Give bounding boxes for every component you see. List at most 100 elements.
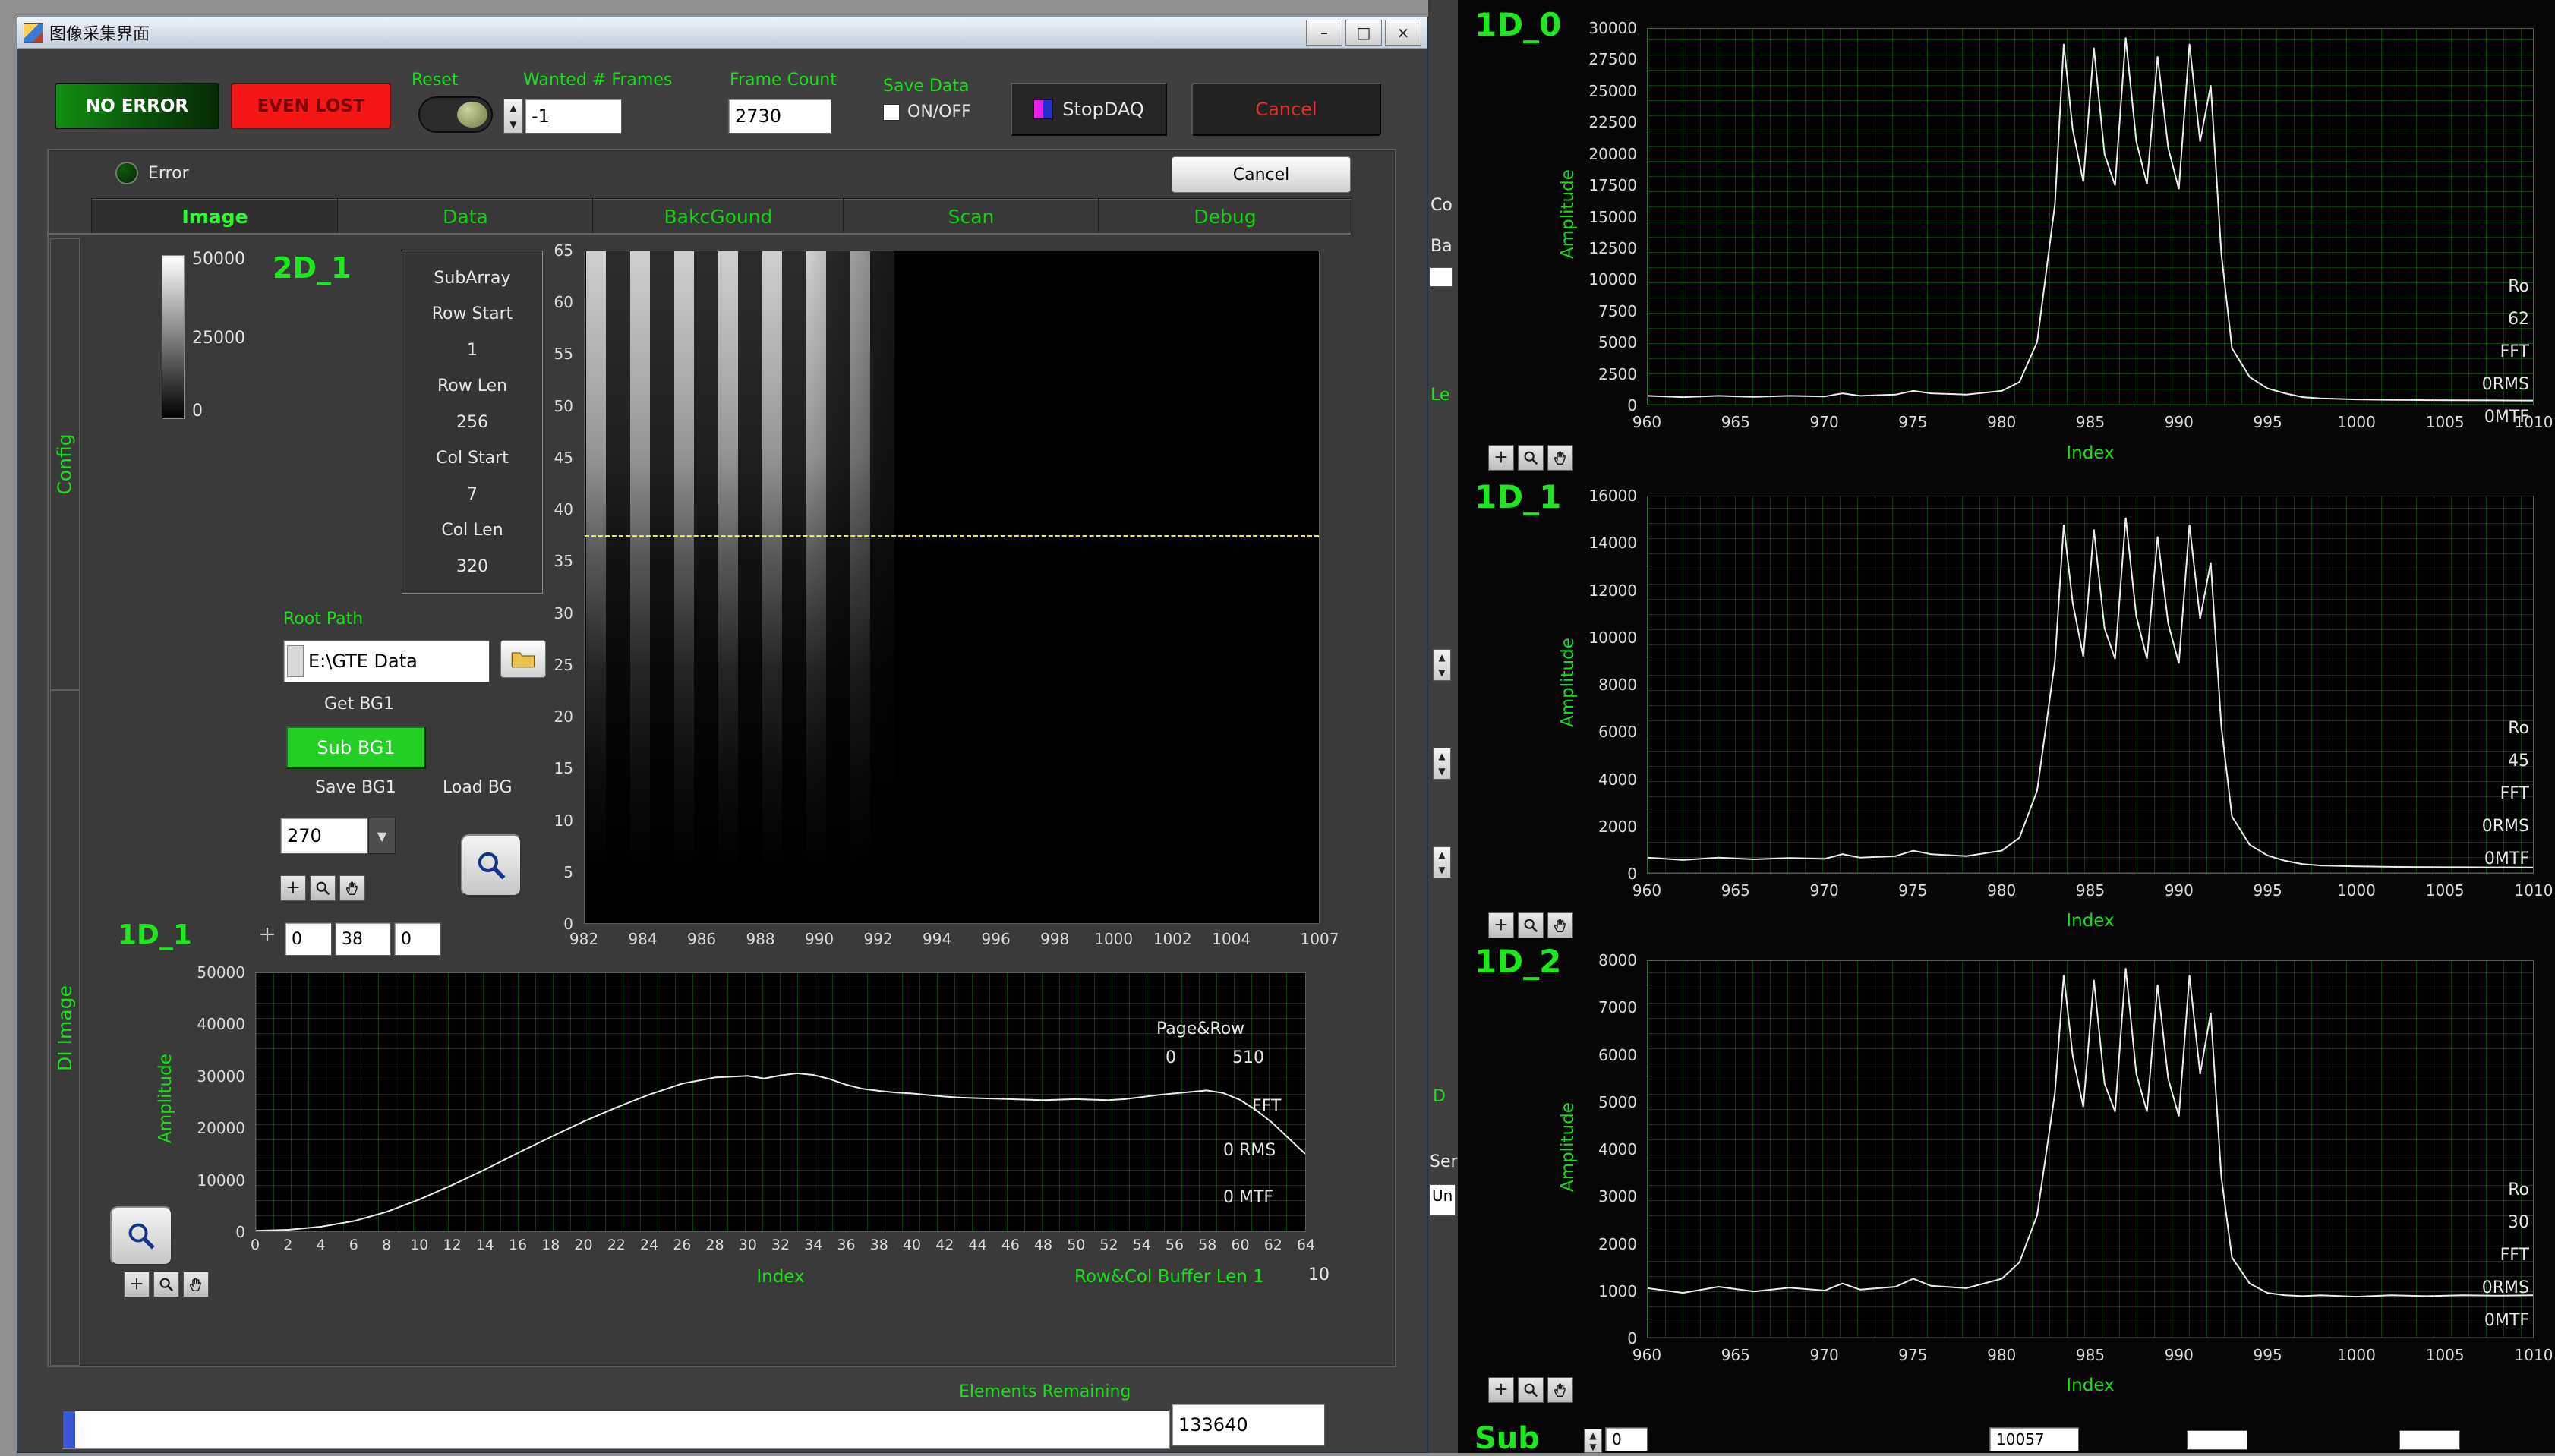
zoom-tool-icon[interactable]	[153, 1272, 179, 1297]
folder-icon	[511, 650, 535, 668]
tab-image[interactable]: Image	[91, 198, 339, 235]
zoom-2d-button[interactable]	[461, 834, 522, 897]
image-2d-plot	[584, 251, 1320, 924]
graph-1d-2: 1D_2 Amplitude 0100020003000400050006000…	[1458, 937, 2555, 1401]
elements-remaining-value: 133640	[1172, 1404, 1325, 1446]
col-len-value[interactable]: 320	[456, 557, 488, 576]
cursor-x-value[interactable]: 0	[285, 922, 332, 956]
crosshair-tool-icon[interactable]	[1488, 912, 1514, 938]
strip-spinner[interactable]: ▲▼	[1433, 649, 1451, 681]
side-readout: Ro62 FFT0RMS 0MTF	[2482, 270, 2529, 433]
row-len-value[interactable]: 256	[456, 413, 488, 432]
cursor-z-value[interactable]: 0	[394, 922, 441, 956]
pan-tool-icon[interactable]	[1547, 1377, 1573, 1403]
frame-count-value: 2730	[728, 99, 831, 134]
pan-tool-icon[interactable]	[1547, 445, 1573, 471]
crosshair-tool-icon[interactable]	[280, 875, 306, 901]
magnifier-icon	[475, 849, 508, 882]
rms-value: 0 RMS	[1223, 1141, 1276, 1161]
pan-tool-icon[interactable]	[1547, 912, 1573, 938]
zoom-left-graph-button[interactable]	[110, 1206, 172, 1265]
error-led	[115, 162, 138, 184]
strip-spinner[interactable]: ▲▼	[1433, 846, 1451, 878]
stop-daq-button[interactable]: StopDAQ	[1011, 83, 1167, 136]
tab-scan[interactable]: Scan	[843, 198, 1099, 235]
x-axis-ticks: 960965970975980985990995100010051010	[1647, 1344, 2534, 1366]
background-window-strip: Co Ba Le ▲▼ ▲▼ ▲▼ D Ser Un	[1428, 0, 1458, 1453]
stop-daq-label: StopDAQ	[1062, 99, 1144, 120]
zoom-tool-icon[interactable]	[310, 875, 336, 901]
root-path-input[interactable]: E:\GTE Data	[283, 640, 490, 682]
spinner-up-icon[interactable]: ▲	[504, 99, 522, 116]
crosshair-tool-icon[interactable]	[1488, 445, 1514, 471]
strip-value-box[interactable]	[1430, 267, 1453, 287]
graph-1d-0: 1D_0 Amplitude 0250050007500100001250015…	[1458, 6, 2555, 471]
row-value: 510	[1232, 1048, 1264, 1068]
strip-spinner[interactable]: ▲▼	[1433, 748, 1451, 780]
combo-dropdown-icon[interactable]: ▼	[368, 818, 396, 854]
close-button[interactable]: ×	[1385, 20, 1421, 46]
reset-toggle[interactable]	[418, 96, 493, 133]
page-value: 0	[1166, 1048, 1176, 1068]
sub-bg1-button[interactable]: Sub BG1	[286, 726, 426, 769]
minimize-button[interactable]: –	[1306, 20, 1342, 46]
x-axis-ticks: 960965970975980985990995100010051010	[1647, 880, 2534, 901]
graph-tool-palette	[280, 875, 365, 901]
tab-data[interactable]: Data	[337, 198, 594, 235]
progress-fill	[63, 1411, 75, 1448]
bottom-value-box[interactable]	[2399, 1430, 2460, 1450]
strip-fragment: Ba	[1430, 237, 1453, 256]
side-tab-config[interactable]: Config	[50, 238, 80, 690]
strip-value-box[interactable]: Un	[1430, 1184, 1456, 1216]
toggle-knob	[457, 102, 487, 128]
strip-fragment: Co	[1430, 196, 1453, 215]
save-bg1-button[interactable]: Save BG1	[315, 778, 396, 797]
row-len-label: Row Len	[437, 377, 507, 396]
tab-debug[interactable]: Debug	[1098, 198, 1352, 235]
sub-value-input[interactable]: 0	[1605, 1427, 1648, 1451]
get-bg1-button[interactable]: Get BG1	[324, 695, 394, 714]
cursor-line[interactable]	[585, 535, 1319, 537]
col-start-value[interactable]: 7	[467, 485, 478, 504]
wanted-frames-spinner[interactable]: ▲▼	[503, 99, 523, 134]
bg-frame-combo[interactable]: 270	[280, 818, 368, 854]
spinner-down-icon[interactable]: ▼	[504, 116, 522, 133]
pan-tool-icon[interactable]	[339, 875, 365, 901]
pan-tool-icon[interactable]	[183, 1272, 209, 1297]
x-axis-ticks: 960965970975980985990995100010051010	[1647, 411, 2534, 433]
browse-folder-button[interactable]	[500, 640, 546, 678]
save-data-checkbox[interactable]	[883, 104, 900, 121]
cancel-button[interactable]: Cancel	[1172, 156, 1351, 193]
error-label: Error	[148, 164, 189, 183]
plot-area	[255, 972, 1306, 1232]
main-window: 图像采集界面 – □ × NO ERROR EVEN LOST Reset ▲▼…	[17, 17, 1428, 1453]
save-data-label: Save Data	[883, 77, 970, 96]
fft-label: FFT	[1252, 1097, 1281, 1117]
zoom-tool-icon[interactable]	[1518, 912, 1544, 938]
row-start-value[interactable]: 1	[467, 341, 478, 360]
counter-value: 10057	[1989, 1427, 2079, 1451]
cursor-y-value[interactable]: 38	[335, 922, 391, 956]
graph-1d-1: 1D_1 Amplitude 0200040006000800010000120…	[1458, 472, 2555, 937]
cancel-daq-button[interactable]: Cancel	[1191, 83, 1381, 136]
strip-fragment: Ser	[1430, 1152, 1458, 1171]
load-bg-button[interactable]: Load BG	[443, 778, 513, 797]
maximize-button[interactable]: □	[1345, 20, 1382, 46]
tab-bakcgound[interactable]: BakcGound	[592, 198, 844, 235]
title-bar[interactable]: 图像采集界面 – □ ×	[17, 17, 1427, 49]
crosshair-tool-icon[interactable]	[124, 1272, 150, 1297]
no-error-indicator[interactable]: NO ERROR	[55, 83, 219, 129]
graph-tool-palette	[1488, 1377, 1573, 1403]
bottom-value-box[interactable]	[2187, 1430, 2247, 1450]
root-path-label: Root Path	[283, 610, 363, 629]
wanted-frames-label: Wanted # Frames	[523, 71, 672, 90]
wanted-frames-input[interactable]: -1	[525, 99, 622, 134]
graph-tool-palette	[1488, 912, 1573, 938]
zoom-tool-icon[interactable]	[1518, 445, 1544, 471]
even-lost-indicator[interactable]: EVEN LOST	[231, 83, 391, 129]
zoom-tool-icon[interactable]	[1518, 1377, 1544, 1403]
tab-strip-divider	[47, 233, 1351, 235]
crosshair-tool-icon[interactable]	[1488, 1377, 1514, 1403]
strip-fragment: D	[1433, 1087, 1446, 1106]
sub-spinner[interactable]: ▲▼	[1584, 1429, 1602, 1453]
